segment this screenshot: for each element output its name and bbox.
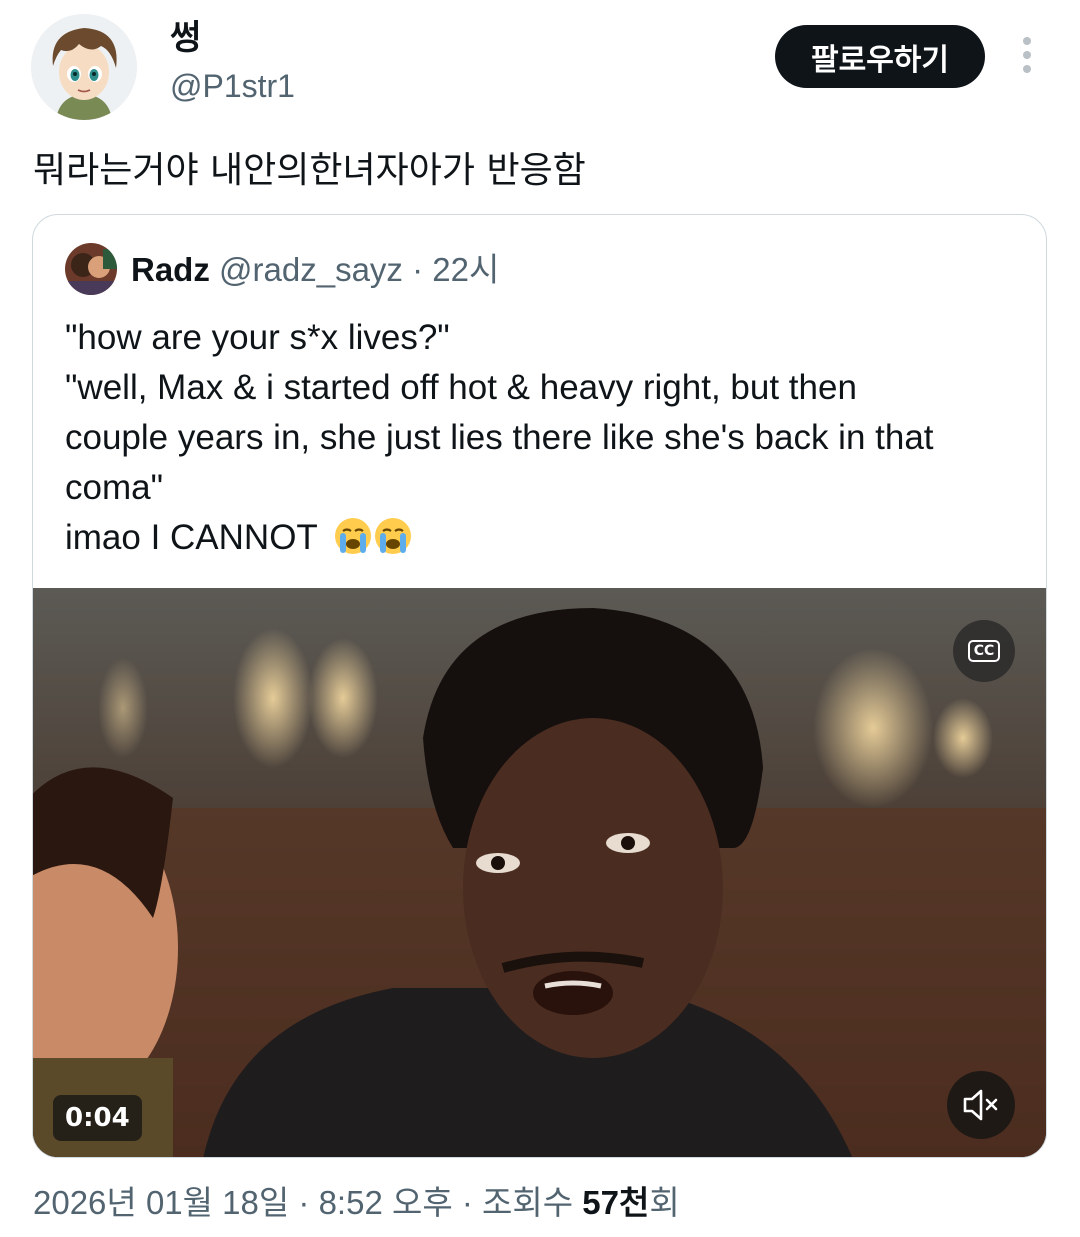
views-label: 조회수 bbox=[482, 1184, 583, 1221]
follow-button[interactable]: 팔로우하기 bbox=[775, 25, 985, 88]
photo-avatar-icon bbox=[65, 243, 117, 295]
video-frame bbox=[33, 588, 1046, 1157]
views-suffix: 회 bbox=[649, 1184, 680, 1221]
quoted-tweet-card[interactable]: Radz @radz_sayz · 22시 "how are your s*x … bbox=[32, 214, 1047, 1158]
quote-line: couple years in, she just lies there lik… bbox=[65, 418, 934, 457]
meta-separator: · bbox=[452, 1184, 483, 1221]
quote-line: "how are your s*x lives?" bbox=[65, 318, 450, 357]
author-handle[interactable]: @P1str1 bbox=[170, 66, 295, 106]
quoted-author-name[interactable]: Radz bbox=[131, 251, 210, 288]
loudly-crying-face-icon bbox=[334, 518, 411, 554]
cc-icon: CC bbox=[967, 640, 1001, 662]
volume-muted-icon bbox=[963, 1089, 998, 1121]
captions-button[interactable]: CC bbox=[953, 620, 1015, 682]
quote-line: "well, Max & i started off hot & heavy r… bbox=[65, 368, 857, 407]
more-options-icon[interactable] bbox=[1015, 37, 1039, 77]
meta-separator: · bbox=[402, 251, 433, 288]
post-time[interactable]: 8:52 오후 bbox=[319, 1184, 453, 1221]
tweet-text: 뭐라는거야 내안의한녀자아가 반응함 bbox=[33, 150, 586, 191]
quoted-tweet-text: "how are your s*x lives?" "well, Max & i… bbox=[65, 313, 1025, 563]
quoted-author-handle[interactable]: @radz_sayz bbox=[219, 251, 403, 288]
author-avatar[interactable] bbox=[31, 14, 137, 120]
mute-toggle-button[interactable] bbox=[947, 1071, 1015, 1139]
meta-separator: · bbox=[289, 1184, 319, 1221]
quote-line: imao I CANNOT bbox=[65, 518, 318, 557]
quoted-tweet-time[interactable]: 22시 bbox=[432, 251, 499, 288]
tweet-meta-footer: 2026년 01월 18일 · 8:52 오후 · 조회수 57천회 bbox=[33, 1180, 680, 1226]
quote-line: coma" bbox=[65, 468, 164, 507]
quoted-tweet-header: Radz @radz_sayz · 22시 bbox=[131, 249, 499, 291]
anime-boy-avatar-icon bbox=[31, 14, 137, 120]
author-display-name[interactable]: 썽 bbox=[170, 18, 201, 58]
quote-line-last: imao I CANNOT bbox=[65, 513, 1025, 563]
quoted-author-avatar[interactable] bbox=[65, 243, 117, 295]
video-player[interactable]: CC 0:04 bbox=[33, 588, 1046, 1157]
video-timestamp: 0:04 bbox=[53, 1095, 142, 1141]
views-count[interactable]: 57천 bbox=[582, 1184, 649, 1221]
post-date[interactable]: 2026년 01월 18일 bbox=[33, 1184, 289, 1221]
